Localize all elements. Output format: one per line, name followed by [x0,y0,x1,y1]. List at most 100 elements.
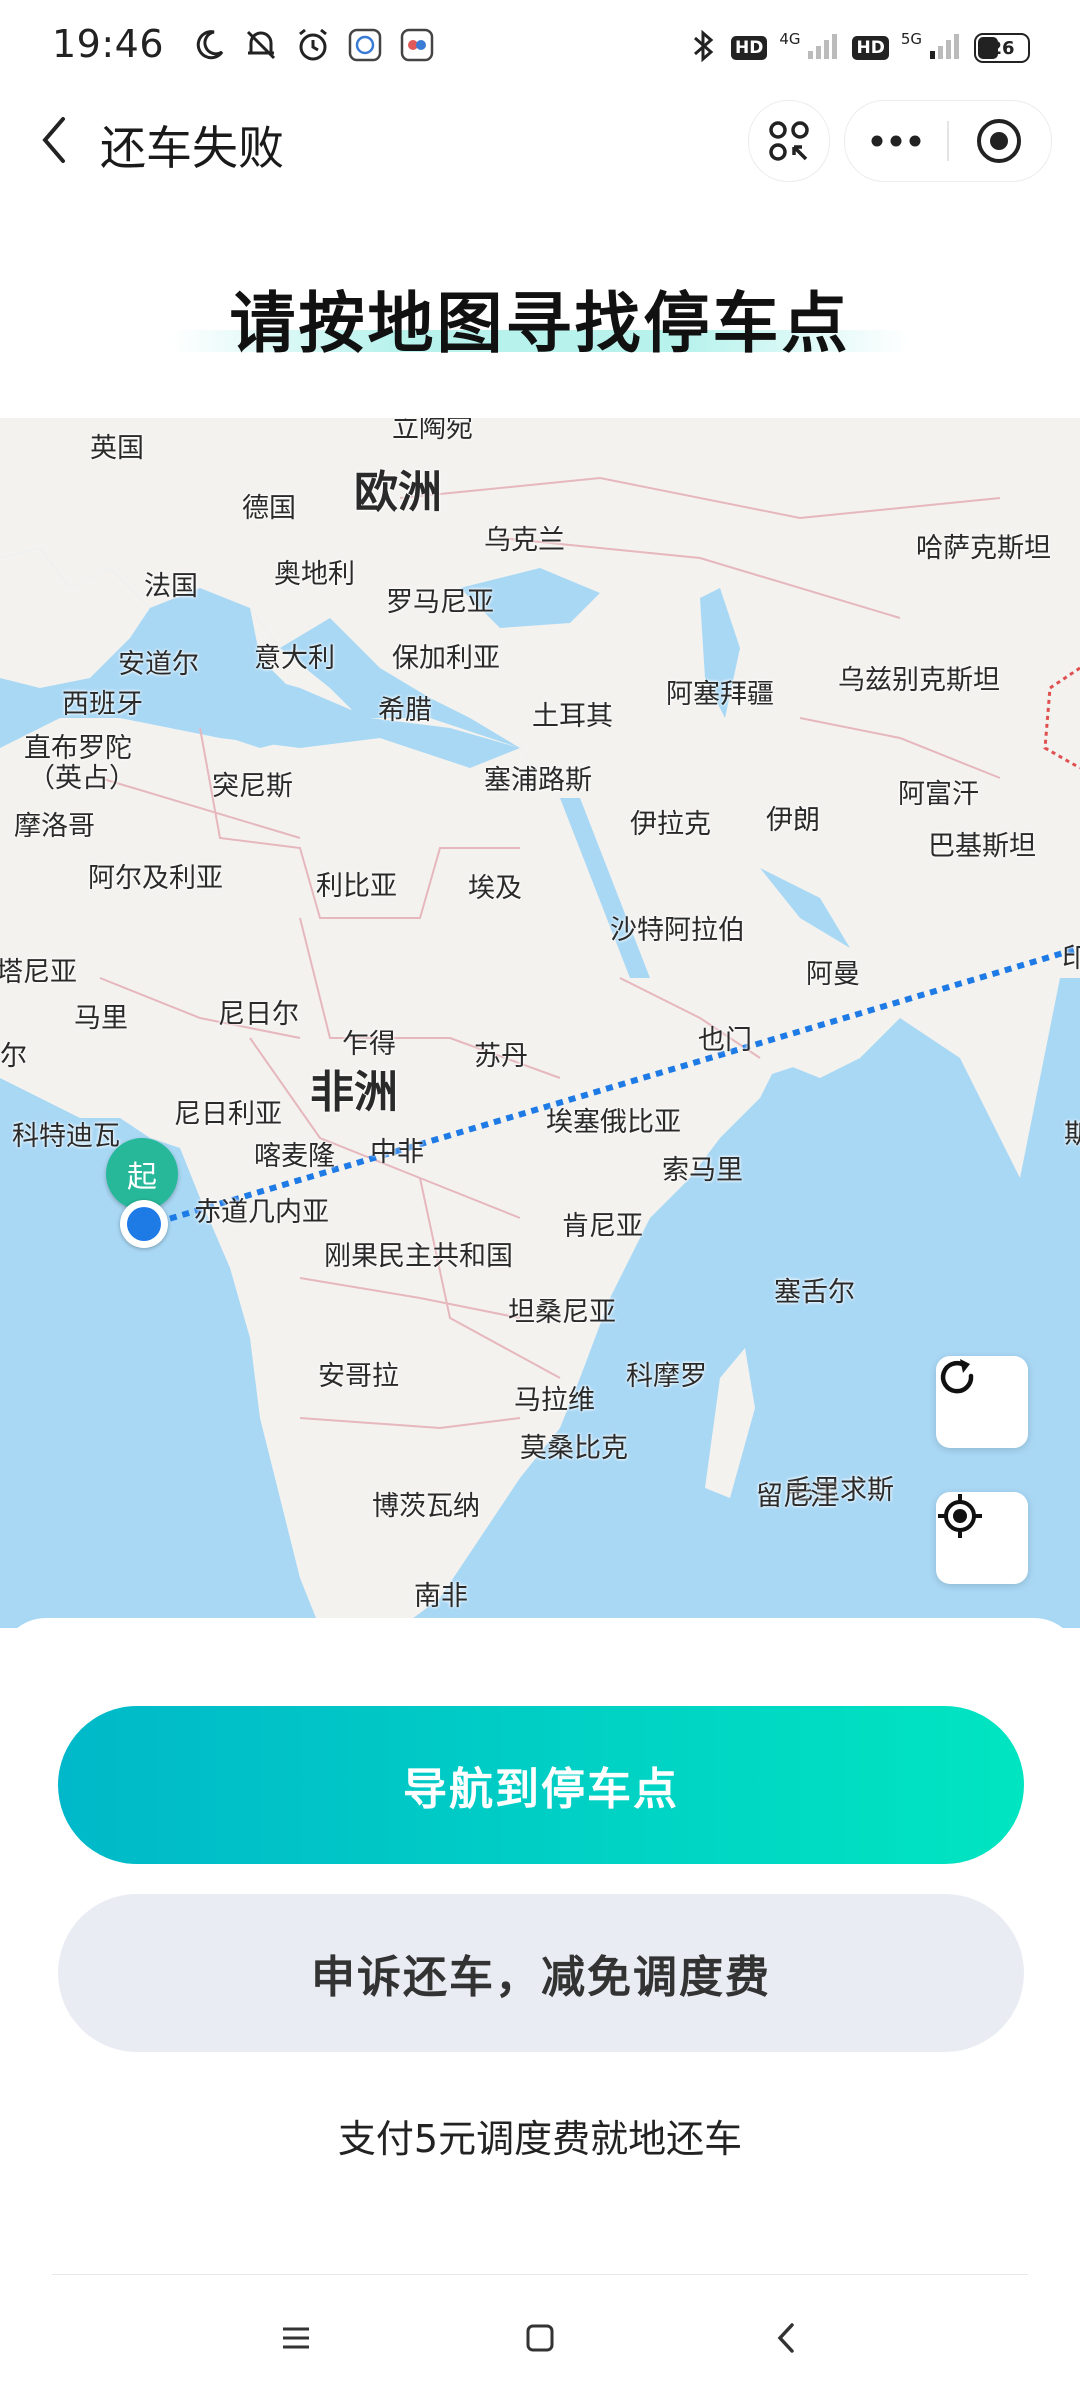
signal-5g-icon [928,31,962,65]
map-label: 科特迪瓦 [12,1121,120,1152]
refresh-button[interactable] [936,1356,1028,1448]
map-label: 马拉维 [514,1385,595,1416]
hd-badge: HD [852,36,889,60]
menu-nav-button[interactable] [266,2308,326,2368]
map-label: 南非 [414,1581,468,1612]
map-label: 尔 [0,1041,27,1072]
alarm-icon [294,26,332,64]
map-label: 科摩罗 [626,1361,707,1392]
map-label: 意大利 [254,643,335,674]
locate-icon [938,1494,982,1538]
map-label: 利比亚 [316,871,397,902]
close-miniapp-button[interactable] [949,101,1049,181]
map-label: 阿富汗 [898,779,979,810]
system-nav-bar [0,2290,1080,2386]
pay-fee-return-link[interactable]: 支付5元调度费就地还车 [0,2108,1080,2163]
status-left-icons [190,26,436,64]
refresh-icon [940,1359,974,1394]
map-label: 伊朗 [766,805,820,836]
main-heading: 请按地图寻找停车点 [229,285,851,362]
bluetooth-icon [689,28,719,68]
map-label: 坦桑尼亚 [508,1297,616,1328]
more-button[interactable] [845,101,947,181]
locate-button[interactable] [936,1492,1028,1584]
divider [52,2274,1028,2275]
map-label: 安道尔 [118,649,199,680]
status-bar: 19:46 HD 4G HD 5G 26 [0,0,1080,96]
map-label: 保加利亚 [392,643,500,674]
map-label: 摩洛哥 [14,811,95,842]
map-label: 肯尼亚 [562,1211,643,1242]
battery-level: 26 [989,37,1015,59]
home-nav-button[interactable] [510,2308,570,2368]
map-label: 安哥拉 [318,1361,399,1392]
map-label: 非洲 [310,1067,398,1118]
battery-icon: 26 [974,33,1030,63]
action-sheet: 导航到停车点 申诉还车，减免调度费 支付5元调度费就地还车 [0,1618,1080,2400]
map-label: 欧洲 [354,467,442,518]
map-label: 塞舌尔 [774,1277,855,1308]
home-square-icon [526,2324,554,2352]
net-5g-label: 5G [900,30,922,48]
scan-button[interactable] [748,100,830,182]
map-label: 喀麦隆 [254,1141,335,1172]
map-label: 沙特阿拉伯 [610,915,745,946]
mute-bell-icon [242,26,280,64]
map-label: 乌兹别克斯坦 [838,665,1000,696]
navigate-to-parking-button[interactable]: 导航到停车点 [58,1706,1024,1864]
map-label: 马里 [74,1003,128,1034]
map-label: 刚果民主共和国 [324,1241,513,1272]
current-location-dot [120,1200,168,1248]
page-title: 还车失败 [100,121,284,175]
chevron-left-icon [42,117,65,163]
back-nav-button[interactable] [756,2308,816,2368]
map-label: 莫桑比克 [520,1433,628,1464]
map-label: 立陶宛 [392,418,473,444]
target-circle-icon [977,119,1021,163]
map-label: 博茨瓦纳 [372,1491,480,1522]
map-label: 赤道几内亚 [194,1197,329,1228]
app-notification-icon-2 [398,26,436,64]
map-label: 乌克兰 [484,525,565,556]
map-label: 苏丹 [474,1041,528,1072]
hd-badge: HD [730,36,768,60]
map-label: 巴基斯坦 [928,831,1036,862]
map-label: 印 [1062,943,1080,974]
scan-icon [769,121,809,161]
status-time: 19:46 [52,22,165,66]
status-right-icons: HD 4G HD 5G 26 [689,28,1030,68]
map-label: （英占） [28,763,136,794]
signal-4g-icon [806,31,840,65]
menu-icon [283,2327,309,2349]
map-label: 尼日利亚 [174,1099,282,1130]
map-view[interactable]: 立陶宛 英国 欧洲 德国 乌克兰 哈萨克斯坦 法国 奥地利 罗马尼亚 安道尔 意… [0,418,1080,1628]
map-label: 德国 [242,493,296,524]
net-4g-label: 4G [779,30,801,48]
back-button[interactable] [24,110,84,170]
map-label: 埃及 [468,873,522,904]
heading-section: 请按地图寻找停车点 [0,270,1080,366]
map-label: 留尼汪 [756,1481,837,1512]
map-label: 索马里 [662,1155,743,1186]
map-label: 罗马尼亚 [386,587,494,618]
map-label: 塔尼亚 [0,957,77,988]
miniapp-capsule [844,100,1052,182]
map-label: 奥地利 [274,559,355,590]
more-icon [871,135,921,147]
appeal-return-button[interactable]: 申诉还车，减免调度费 [58,1894,1024,2052]
map-label: 阿曼 [806,959,860,990]
app-notification-icon [346,26,384,64]
chevron-left-icon [777,2323,794,2353]
map-label: 也门 [698,1025,752,1056]
map-label: 斯 [1064,1119,1080,1150]
map-label: 突尼斯 [212,771,293,802]
map-label: 尼日尔 [218,999,299,1030]
map-label: 法国 [144,571,198,602]
moon-icon [190,26,228,64]
map-label: 西班牙 [62,689,143,720]
map-label: 阿尔及利亚 [88,863,223,894]
map-label: 中非 [370,1137,424,1168]
map-label: 塞浦路斯 [484,765,592,796]
header: 还车失败 [0,96,1080,188]
map-label: 英国 [90,433,144,464]
